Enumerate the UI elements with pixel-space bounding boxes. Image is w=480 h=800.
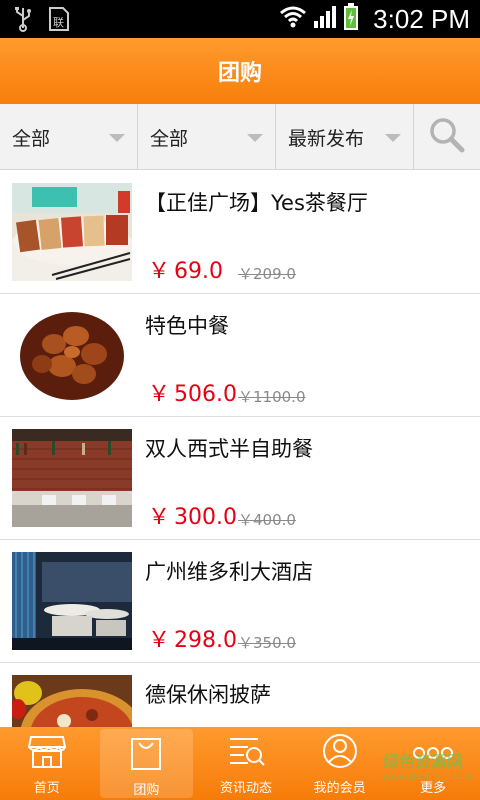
svg-text:联: 联 [53, 16, 64, 29]
tab-label: 首页 [33, 781, 60, 796]
tab-membership[interactable]: 我的会员 [293, 727, 387, 800]
deal-original-price: ￥400.0 [238, 511, 296, 529]
chevron-down-icon [247, 134, 263, 142]
wifi-icon [279, 5, 307, 33]
usb-icon [14, 6, 32, 36]
status-time: 3:02 PM [373, 3, 470, 34]
deal-name: 【正佳广场】Yes茶餐厅 [145, 191, 368, 215]
deal-thumbnail [12, 183, 132, 281]
filter-label: 全部 [12, 127, 51, 150]
deal-thumbnail [12, 429, 132, 527]
tab-news[interactable]: 资讯动态 [199, 727, 293, 800]
tab-label: 我的会员 [313, 781, 366, 796]
deal-price: ￥ 300.0 [148, 505, 237, 530]
watermark-text: 绿色资源网 [382, 752, 463, 771]
deal-original-price: ￥1100.0 [238, 388, 306, 406]
deal-price: ￥ 69.0 [148, 259, 223, 284]
filter-sort-dropdown[interactable]: 最新发布 [276, 104, 414, 170]
deal-original-price: ￥350.0 [238, 634, 296, 652]
search-icon [428, 116, 466, 158]
tab-group-buy[interactable]: 团购 [99, 729, 194, 798]
battery-icon [343, 3, 359, 35]
list-item[interactable]: 【正佳广场】Yes茶餐厅 ￥ 69.0 ￥209.0 [0, 171, 480, 294]
search-button[interactable] [414, 104, 480, 170]
bag-icon [128, 735, 164, 775]
filter-bar: 全部 全部 最新发布 [0, 104, 480, 170]
shop-icon [27, 733, 67, 773]
deal-price: ￥ 506.0 [148, 382, 237, 407]
deal-name: 广州维多利大酒店 [145, 560, 313, 584]
list-item[interactable]: 广州维多利大酒店 ￥ 298.0 ￥350.0 [0, 540, 480, 663]
tab-home[interactable]: 首页 [0, 727, 94, 800]
deal-name: 德保休闲披萨 [145, 683, 271, 707]
chevron-down-icon [385, 134, 401, 142]
tab-label: 团购 [133, 783, 160, 798]
news-search-icon [226, 733, 266, 773]
list-item[interactable]: 双人西式半自助餐 ￥ 300.0 ￥400.0 [0, 417, 480, 540]
tab-label: 资讯动态 [219, 781, 272, 796]
list-item[interactable]: 特色中餐 ￥ 506.0 ￥1100.0 [0, 294, 480, 417]
deal-original-price: ￥209.0 [238, 265, 296, 283]
status-bar: 联 3:02 PM [0, 0, 480, 38]
deal-list: 【正佳广场】Yes茶餐厅 ￥ 69.0 ￥209.0 特色中餐 ￥ 506.0 ￥1… [0, 171, 480, 727]
page-title: 团购 [217, 61, 262, 86]
deal-thumbnail [12, 306, 132, 404]
user-icon [321, 733, 359, 773]
watermark-url: www.downcc.com [382, 772, 472, 783]
deal-name: 双人西式半自助餐 [145, 437, 313, 461]
app-header: 团购 [0, 38, 480, 104]
sim-card-icon: 联 [48, 6, 70, 36]
filter-label: 最新发布 [288, 127, 365, 150]
deal-price: ￥ 298.0 [148, 628, 237, 653]
chevron-down-icon [109, 134, 125, 142]
filter-label: 全部 [150, 127, 189, 150]
signal-icon [313, 5, 337, 33]
watermark: 绿色资源网 www.downcc.com [383, 748, 472, 783]
list-item[interactable]: 德保休闲披萨 [0, 663, 480, 727]
filter-category-dropdown[interactable]: 全部 [0, 104, 138, 170]
deal-name: 特色中餐 [145, 314, 229, 338]
deal-thumbnail [12, 675, 132, 727]
deal-thumbnail [12, 552, 132, 650]
filter-area-dropdown[interactable]: 全部 [138, 104, 276, 170]
